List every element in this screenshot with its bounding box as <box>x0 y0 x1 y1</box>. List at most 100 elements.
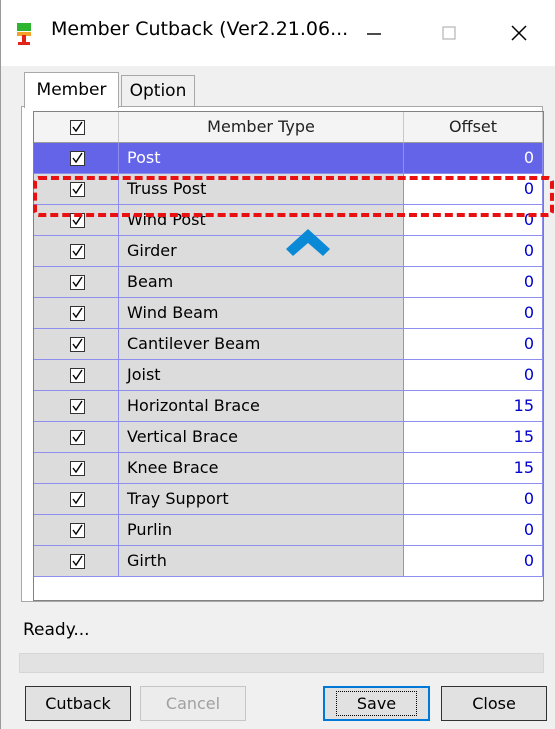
app-icon <box>17 23 31 45</box>
member-type-cell[interactable]: Girder <box>119 236 404 267</box>
member-type-cell[interactable]: Cantilever Beam <box>119 329 404 360</box>
checkmark-icon <box>72 524 83 536</box>
row-checkbox[interactable] <box>70 399 85 414</box>
row-checkbox[interactable] <box>70 182 85 197</box>
member-type-cell[interactable]: Post <box>119 143 404 174</box>
offset-cell[interactable]: 15 <box>404 422 543 453</box>
member-type-cell[interactable]: Purlin <box>119 515 404 546</box>
offset-cell[interactable]: 0 <box>404 236 543 267</box>
checkmark-icon <box>72 462 83 474</box>
checkmark-icon <box>72 245 83 257</box>
offset-cell[interactable]: 0 <box>404 298 543 329</box>
save-button[interactable]: Save <box>323 686 430 721</box>
checkmark-icon <box>72 338 83 350</box>
checkmark-icon <box>72 121 83 133</box>
table-row[interactable]: Wind Post 0 <box>34 205 543 236</box>
row-check-cell[interactable] <box>34 329 119 360</box>
row-check-cell[interactable] <box>34 205 119 236</box>
row-check-cell[interactable] <box>34 236 119 267</box>
close-window-button[interactable] <box>489 8 549 58</box>
row-checkbox[interactable] <box>70 554 85 569</box>
checkmark-icon <box>72 369 83 381</box>
table-row[interactable]: Purlin 0 <box>34 515 543 546</box>
row-check-cell[interactable] <box>34 298 119 329</box>
member-type-cell[interactable]: Joist <box>119 360 404 391</box>
offset-cell[interactable]: 0 <box>404 515 543 546</box>
checkmark-icon <box>72 307 83 319</box>
close-button[interactable]: Close <box>441 686 547 721</box>
table-row[interactable]: Beam 0 <box>34 267 543 298</box>
row-checkbox[interactable] <box>70 430 85 445</box>
offset-cell[interactable]: 0 <box>404 205 543 236</box>
row-check-cell[interactable] <box>34 391 119 422</box>
header-check-all[interactable] <box>34 112 119 143</box>
offset-cell[interactable]: 0 <box>404 174 543 205</box>
offset-cell[interactable]: 15 <box>404 453 543 484</box>
table-row[interactable]: Vertical Brace 15 <box>34 422 543 453</box>
cutback-button[interactable]: Cutback <box>25 686 131 721</box>
member-type-cell[interactable]: Tray Support <box>119 484 404 515</box>
member-cutback-window: Member Cutback (Ver2.21.06... Member Opt… <box>0 0 555 729</box>
cancel-button[interactable]: Cancel <box>140 686 246 721</box>
row-check-cell[interactable] <box>34 484 119 515</box>
row-check-cell[interactable] <box>34 174 119 205</box>
member-type-cell[interactable]: Vertical Brace <box>119 422 404 453</box>
row-check-cell[interactable] <box>34 515 119 546</box>
row-check-cell[interactable] <box>34 143 119 174</box>
row-checkbox[interactable] <box>70 151 85 166</box>
table-row[interactable]: Truss Post 0 <box>34 174 543 205</box>
offset-cell[interactable]: 0 <box>404 143 543 174</box>
save-button-label: Save <box>335 691 418 716</box>
checkmark-icon <box>72 276 83 288</box>
title-bar[interactable]: Member Cutback (Ver2.21.06... <box>1 0 555 66</box>
row-check-cell[interactable] <box>34 360 119 391</box>
offset-cell[interactable]: 0 <box>404 484 543 515</box>
window-title: Member Cutback (Ver2.21.06... <box>51 18 349 40</box>
member-type-cell[interactable]: Knee Brace <box>119 453 404 484</box>
tab-option[interactable]: Option <box>121 75 195 106</box>
check-all-checkbox[interactable] <box>70 120 85 135</box>
offset-cell[interactable]: 0 <box>404 329 543 360</box>
row-checkbox[interactable] <box>70 244 85 259</box>
header-member-type[interactable]: Member Type <box>119 112 404 143</box>
member-type-cell[interactable]: Horizontal Brace <box>119 391 404 422</box>
checkmark-icon <box>72 183 83 195</box>
row-checkbox[interactable] <box>70 306 85 321</box>
maximize-button <box>419 8 479 58</box>
status-text: Ready... <box>23 620 90 640</box>
row-checkbox[interactable] <box>70 213 85 228</box>
member-type-cell[interactable]: Girth <box>119 546 404 577</box>
table-row[interactable]: Wind Beam 0 <box>34 298 543 329</box>
table-row[interactable]: Girth 0 <box>34 546 543 577</box>
row-check-cell[interactable] <box>34 546 119 577</box>
row-checkbox[interactable] <box>70 461 85 476</box>
row-checkbox[interactable] <box>70 275 85 290</box>
offset-cell[interactable]: 15 <box>404 391 543 422</box>
table-row[interactable]: Cantilever Beam 0 <box>34 329 543 360</box>
offset-cell[interactable]: 0 <box>404 360 543 391</box>
offset-cell[interactable]: 0 <box>404 267 543 298</box>
header-offset[interactable]: Offset <box>404 112 543 143</box>
row-checkbox[interactable] <box>70 492 85 507</box>
table-row[interactable]: Girder 0 <box>34 236 543 267</box>
member-grid: Member Type Offset Post 0 Truss Post 0 Wind … <box>33 111 544 601</box>
minimize-button[interactable] <box>344 8 404 58</box>
member-type-cell[interactable]: Wind Post <box>119 205 404 236</box>
member-type-cell[interactable]: Wind Beam <box>119 298 404 329</box>
table-row[interactable]: Tray Support 0 <box>34 484 543 515</box>
offset-cell[interactable]: 0 <box>404 546 543 577</box>
row-check-cell[interactable] <box>34 422 119 453</box>
row-check-cell[interactable] <box>34 267 119 298</box>
table-row[interactable]: Post 0 <box>34 143 543 174</box>
table-row[interactable]: Knee Brace 15 <box>34 453 543 484</box>
table-row[interactable]: Horizontal Brace 15 <box>34 391 543 422</box>
row-checkbox[interactable] <box>70 523 85 538</box>
member-type-cell[interactable]: Beam <box>119 267 404 298</box>
row-checkbox[interactable] <box>70 337 85 352</box>
row-checkbox[interactable] <box>70 368 85 383</box>
checkmark-icon <box>72 493 83 505</box>
tab-member[interactable]: Member <box>24 72 119 108</box>
member-type-cell[interactable]: Truss Post <box>119 174 404 205</box>
row-check-cell[interactable] <box>34 453 119 484</box>
table-row[interactable]: Joist 0 <box>34 360 543 391</box>
